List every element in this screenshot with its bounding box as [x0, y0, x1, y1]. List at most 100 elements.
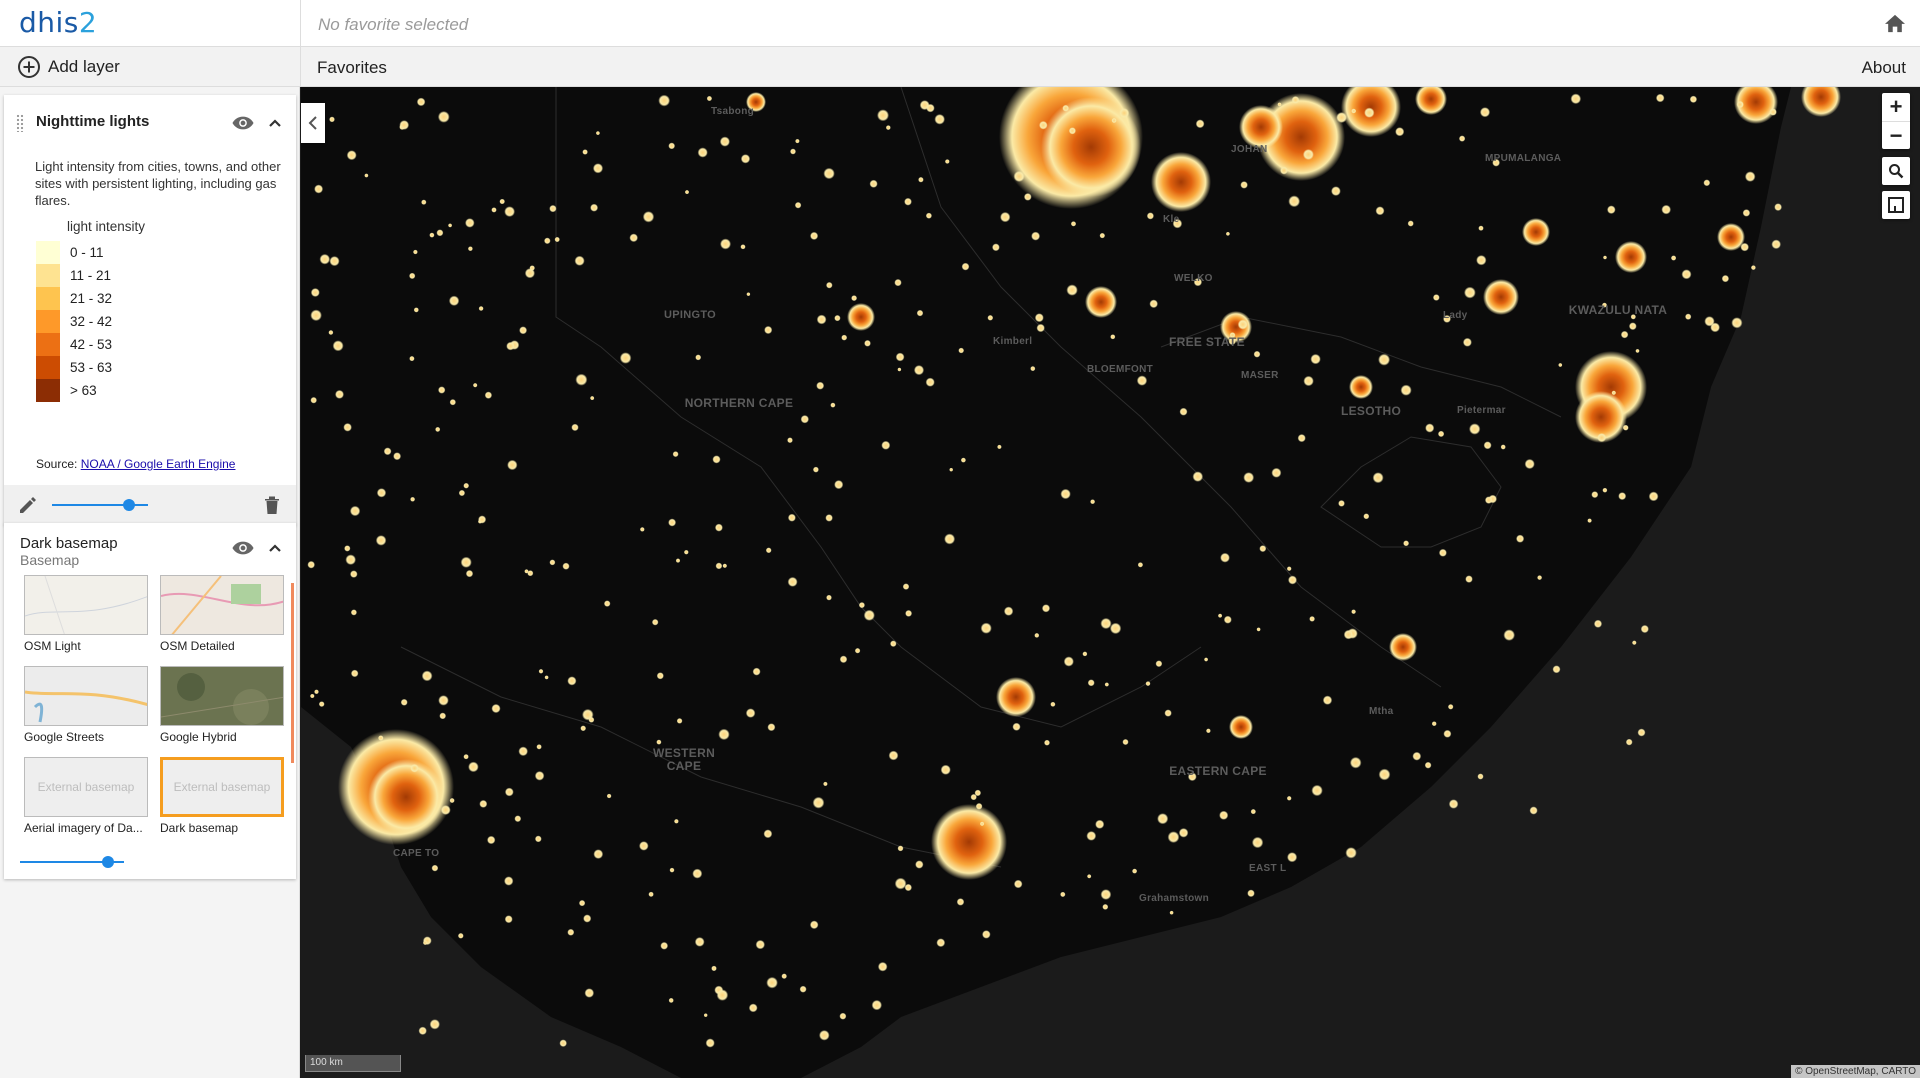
favorites-menu[interactable]: Favorites — [317, 58, 387, 78]
town-light — [1395, 127, 1405, 137]
slider-thumb[interactable] — [122, 499, 135, 511]
drag-handle-icon[interactable] — [16, 114, 24, 132]
city-light-glow — [931, 804, 1007, 880]
town-light — [629, 233, 638, 243]
town-light — [1195, 119, 1205, 129]
town-light — [1050, 701, 1056, 707]
basemap-label: Dark basemap — [160, 821, 239, 835]
legend-label: 0 - 11 — [70, 245, 104, 260]
chevron-up-icon[interactable] — [268, 541, 282, 555]
town-light — [718, 728, 730, 741]
layer-card-dark-basemap: Dark basemap Basemap OSM Light OSM Detail… — [4, 523, 296, 879]
town-light — [583, 914, 592, 923]
town-light — [1271, 467, 1282, 478]
basemap-thumbnail[interactable] — [160, 666, 284, 726]
basemap-thumbnail[interactable] — [24, 666, 148, 726]
source-link[interactable]: NOAA / Google Earth Engine — [81, 457, 236, 471]
town-light — [1476, 255, 1487, 266]
basemap-thumbnail[interactable] — [24, 575, 148, 635]
scale-bar: 100 km — [305, 1055, 401, 1072]
town-light — [1625, 738, 1633, 746]
town-light — [1602, 487, 1608, 493]
town-light — [458, 489, 466, 497]
town-light — [582, 149, 588, 155]
town-light — [1632, 640, 1637, 645]
city-light-glow — [996, 677, 1036, 717]
basemap-option[interactable]: OSM Detailed — [160, 575, 284, 653]
town-light — [437, 111, 450, 123]
town-light — [1704, 316, 1715, 327]
delete-trash-icon[interactable] — [264, 495, 280, 515]
town-light — [711, 965, 717, 972]
town-light — [800, 415, 809, 424]
town-light — [1516, 534, 1525, 543]
town-light — [310, 693, 315, 699]
basemap-option[interactable]: External basemap Aerial imagery of Da... — [24, 757, 148, 835]
town-light — [465, 569, 474, 578]
town-light — [1068, 127, 1076, 135]
map-search-button[interactable] — [1882, 157, 1910, 185]
dhis2-logo[interactable]: dhis2 — [19, 6, 97, 39]
town-light — [669, 867, 675, 873]
basemap-option[interactable]: External basemap Dark basemap — [160, 757, 284, 835]
town-light — [310, 396, 317, 404]
town-light — [902, 583, 910, 590]
basemap-option[interactable]: OSM Light — [24, 575, 148, 653]
add-layer-button[interactable]: Add layer — [18, 56, 120, 78]
town-light — [1220, 552, 1230, 563]
favorite-title: No favorite selected — [318, 15, 469, 34]
town-light — [1484, 496, 1493, 504]
basemap-option[interactable]: Google Hybrid — [160, 666, 284, 744]
edit-pencil-icon[interactable] — [18, 495, 38, 515]
town-light — [514, 815, 522, 823]
town-light — [672, 451, 679, 458]
town-light — [1041, 604, 1051, 613]
town-light — [1217, 613, 1223, 618]
town-light — [1087, 679, 1095, 687]
basemap-option[interactable]: Google Streets — [24, 666, 148, 744]
town-light — [1169, 910, 1174, 915]
basemap-thumbnail[interactable]: External basemap — [160, 757, 284, 817]
town-light — [1721, 274, 1730, 283]
home-icon[interactable] — [1884, 13, 1906, 33]
visibility-eye-icon[interactable] — [232, 540, 254, 556]
town-light — [1607, 205, 1616, 214]
town-light — [399, 120, 410, 130]
basemap-thumbnail[interactable]: External basemap — [24, 757, 148, 817]
town-light — [746, 292, 751, 297]
town-light — [1681, 269, 1692, 280]
town-light — [1338, 500, 1345, 507]
town-light — [1620, 330, 1629, 339]
slider-thumb[interactable] — [102, 856, 115, 868]
town-light — [658, 94, 671, 107]
logo-accent: 2 — [78, 6, 98, 39]
zoom-in-button[interactable]: + — [1882, 93, 1910, 121]
town-light — [1552, 665, 1561, 674]
legend-item: > 63 — [36, 379, 97, 402]
town-light — [544, 237, 551, 245]
town-light — [376, 488, 387, 498]
collapse-panel-button[interactable] — [301, 103, 325, 143]
legend-swatch — [36, 241, 60, 264]
town-light — [504, 876, 514, 886]
town-light — [1280, 166, 1288, 175]
fit-bounds-button[interactable] — [1882, 191, 1910, 219]
opacity-slider[interactable] — [52, 497, 148, 513]
basemap-scrollbar[interactable] — [291, 583, 294, 763]
town-light — [549, 559, 556, 566]
about-menu[interactable]: About — [1862, 58, 1906, 78]
town-light — [1119, 108, 1130, 119]
basemap-thumbnail[interactable] — [160, 575, 284, 635]
visibility-eye-icon[interactable] — [232, 115, 254, 131]
map-canvas[interactable]: Tsabong UPINGTO NORTHERN CAPE Kimberl BL… — [301, 87, 1920, 1078]
opacity-slider[interactable] — [20, 854, 124, 870]
chevron-up-icon[interactable] — [268, 116, 282, 130]
town-light — [1537, 575, 1543, 581]
legend-label: > 63 — [70, 383, 97, 398]
layer-title: Nighttime lights — [36, 113, 150, 130]
town-light — [764, 325, 773, 335]
zoom-out-button[interactable]: − — [1882, 121, 1910, 149]
town-light — [1570, 93, 1582, 105]
town-light — [1771, 239, 1781, 250]
town-light — [1731, 317, 1743, 329]
